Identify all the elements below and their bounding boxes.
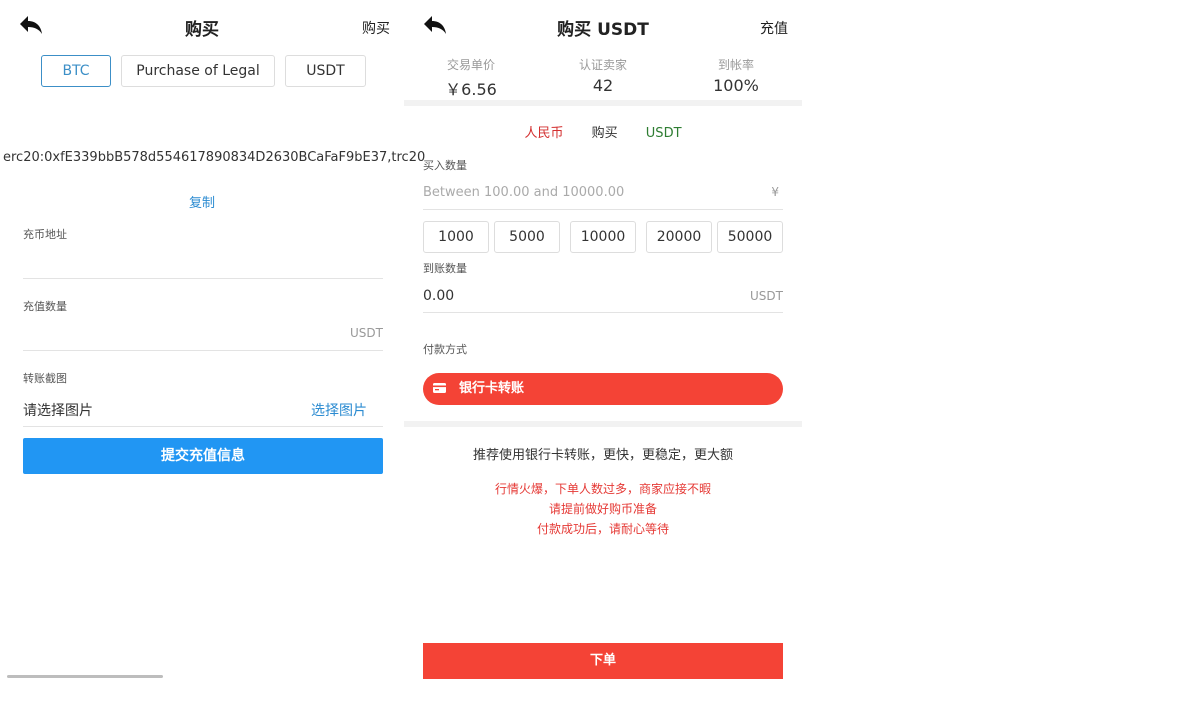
coin-address-field[interactable]: 充币地址 [23, 226, 383, 279]
tab-purchase-of-legal[interactable]: Purchase of Legal [121, 55, 275, 87]
stat-label: 认证卖家 [578, 58, 627, 72]
preset-50000[interactable]: 50000 [717, 221, 783, 253]
stat-unit-price: 交易单价 ￥6.56 [406, 56, 536, 100]
section-divider [404, 421, 802, 427]
copy-button[interactable]: 复制 [0, 192, 404, 211]
section-divider [404, 100, 802, 106]
coin-tabs: BTC Purchase of Legal USDT [41, 55, 366, 87]
buy-amount-unit: ¥ [771, 185, 779, 199]
tab-usdt[interactable]: USDT [646, 126, 682, 141]
currency-tabs: 人民币 购买 USDT [404, 122, 802, 141]
payment-method-label: 付款方式 [423, 343, 467, 356]
header-recharge-link[interactable]: 充值 [760, 18, 788, 38]
tab-buy[interactable]: 购买 [592, 122, 618, 141]
stat-verified-sellers: 认证卖家 42 [538, 56, 668, 95]
stat-label: 交易单价 [446, 58, 495, 72]
buy-amount-placeholder: Between 100.00 and 10000.00 [423, 185, 625, 200]
receive-amount-label: 到账数量 [423, 262, 467, 275]
choose-image-button[interactable]: 选择图片 [311, 400, 367, 420]
bank-transfer-option[interactable]: 银行卡转账 [423, 373, 783, 405]
preset-1000[interactable]: 1000 [423, 221, 489, 253]
header-purchase-link[interactable]: 购买 [362, 18, 390, 38]
buy-amount-label: 买入数量 [423, 159, 467, 172]
recharge-amount-unit: USDT [350, 326, 383, 340]
recharge-amount-field[interactable]: 充值数量 USDT [23, 298, 383, 351]
page-title: 购买 USDT [557, 20, 649, 40]
bank-card-icon [433, 383, 446, 393]
receive-amount-unit: USDT [750, 289, 783, 303]
place-order-button[interactable]: 下单 [423, 643, 783, 679]
transfer-screenshot-field: 转账截图 请选择图片 选择图片 [23, 370, 383, 427]
wallet-address: erc20:0xfE339bbB578d554617890834D2630BCa… [3, 150, 426, 165]
tab-rmb[interactable]: 人民币 [524, 122, 563, 141]
receive-amount-value: 0.00 [423, 288, 455, 304]
stat-arrival-rate: 到帐率 100% [671, 56, 801, 95]
tab-usdt[interactable]: USDT [285, 55, 366, 87]
screenshot-placeholder: 请选择图片 [23, 403, 93, 419]
header: 购买 购买 [0, 0, 404, 52]
warning-text: 请提前做好购币准备 [548, 502, 657, 516]
preset-20000[interactable]: 20000 [646, 221, 712, 253]
preset-10000[interactable]: 10000 [570, 221, 636, 253]
recommend-text: 推荐使用银行卡转账，更快，更稳定，更大额 [472, 448, 733, 463]
page-title: 购买 [185, 20, 219, 40]
trade-stats: 交易单价 ￥6.56 认证卖家 42 到帐率 100% [404, 56, 802, 100]
warning-text: 付款成功后，请耐心等待 [536, 522, 669, 536]
horizontal-scrollbar[interactable] [7, 675, 163, 678]
warning-text: 行情火爆，下单人数过多，商家应接不暇 [494, 482, 711, 496]
recharge-panel: 购买 购买 BTC Purchase of Legal USDT erc20:0… [0, 0, 425, 704]
buy-usdt-panel: 购买 USDT 充值 交易单价 ￥6.56 认证卖家 42 到帐率 100% 人… [404, 0, 802, 704]
stat-value: ￥6.56 [445, 80, 497, 99]
tab-btc[interactable]: BTC [41, 55, 111, 87]
buy-amount-input[interactable]: Between 100.00 and 10000.00 ¥ [423, 178, 783, 210]
bank-transfer-label: 银行卡转账 [459, 381, 525, 396]
transfer-screenshot-label: 转账截图 [23, 372, 67, 385]
recharge-amount-label: 充值数量 [23, 300, 67, 313]
receive-amount-field: 0.00 USDT [423, 282, 783, 313]
stat-value: 42 [592, 76, 614, 95]
header: 购买 USDT 充值 [404, 0, 802, 52]
stat-value: 100% [713, 76, 759, 95]
stat-label: 到帐率 [717, 58, 754, 72]
submit-recharge-button[interactable]: 提交充值信息 [23, 438, 383, 474]
preset-5000[interactable]: 5000 [494, 221, 560, 253]
coin-address-label: 充币地址 [23, 228, 67, 241]
